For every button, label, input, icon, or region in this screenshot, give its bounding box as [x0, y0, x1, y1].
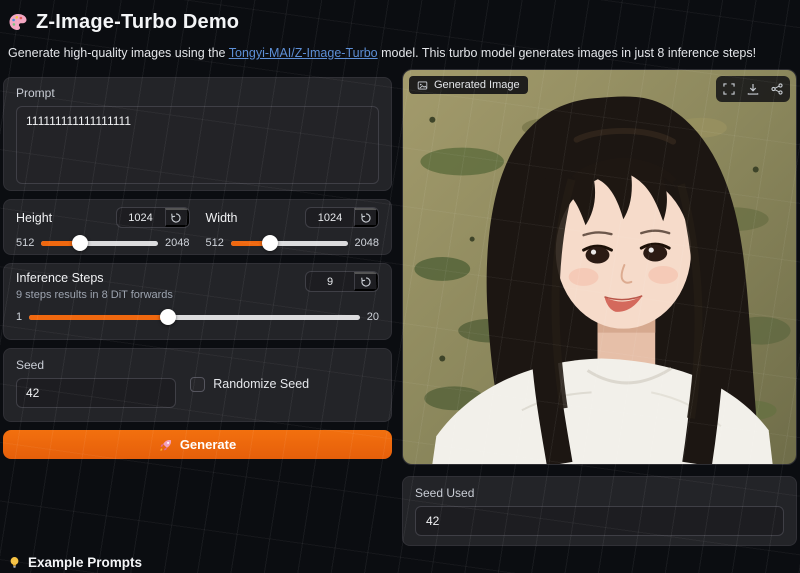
- share-button[interactable]: [766, 78, 788, 100]
- reset-icon: [170, 212, 182, 224]
- generate-button-label: Generate: [180, 437, 236, 452]
- page-title: Z-Image-Turbo Demo: [36, 11, 239, 34]
- width-slider-block: Width 512: [206, 207, 380, 246]
- generated-image-badge-label: Generated Image: [434, 79, 520, 91]
- width-number-box: [305, 207, 379, 228]
- fullscreen-icon: [722, 82, 736, 96]
- height-reset-button[interactable]: [165, 208, 189, 227]
- randomize-seed-checkbox[interactable]: [190, 377, 205, 392]
- image-toolbar: [716, 76, 790, 102]
- steps-max-label: 20: [367, 311, 379, 323]
- steps-slider-fill: [29, 315, 168, 320]
- width-label: Width: [206, 211, 238, 225]
- height-slider-handle[interactable]: [72, 235, 88, 251]
- palette-icon: [8, 12, 28, 32]
- height-label: Height: [16, 211, 52, 225]
- image-icon: [417, 80, 428, 91]
- app-header: Z-Image-Turbo Demo Generate high-quality…: [0, 0, 800, 60]
- steps-reset-button[interactable]: [354, 272, 378, 291]
- generated-image-badge: Generated Image: [409, 76, 528, 94]
- prompt-input[interactable]: 111111111111111111: [16, 106, 379, 184]
- seed-used-panel: Seed Used: [402, 476, 797, 546]
- page-description: Generate high-quality images using the T…: [8, 46, 792, 60]
- download-button[interactable]: [742, 78, 764, 100]
- seed-used-input[interactable]: [415, 506, 784, 536]
- height-min-label: 512: [16, 237, 34, 249]
- steps-label: Inference Steps: [16, 271, 173, 285]
- height-max-label: 2048: [165, 237, 189, 249]
- model-link[interactable]: Tongyi-MAI/Z-Image-Turbo: [229, 46, 378, 60]
- fullscreen-button[interactable]: [718, 78, 740, 100]
- width-reset-button[interactable]: [354, 208, 378, 227]
- seed-input[interactable]: [16, 378, 176, 408]
- download-icon: [746, 82, 760, 96]
- prompt-label: Prompt: [16, 86, 379, 100]
- seed-used-label: Seed Used: [415, 486, 784, 500]
- description-text-before: Generate high-quality images using the: [8, 46, 229, 60]
- randomize-seed-label[interactable]: Randomize Seed: [213, 377, 309, 391]
- steps-number-box: [305, 271, 379, 292]
- output-column: Generated Image: [402, 69, 797, 546]
- rocket-icon: [159, 438, 173, 452]
- width-slider-handle[interactable]: [262, 235, 278, 251]
- steps-value-input[interactable]: [306, 272, 354, 291]
- seed-label: Seed: [16, 358, 190, 372]
- seed-panel: Seed Randomize Seed: [3, 348, 392, 422]
- bulb-icon: [8, 556, 21, 570]
- controls-column: Prompt 111111111111111111 Height: [3, 69, 392, 546]
- width-min-label: 512: [206, 237, 224, 249]
- steps-info-text: 9 steps results in 8 DiT forwards: [16, 289, 173, 301]
- app-page: Z-Image-Turbo Demo Generate high-quality…: [0, 0, 800, 573]
- reset-icon: [360, 212, 372, 224]
- steps-slider-track[interactable]: [29, 315, 360, 320]
- height-slider-block: Height 512: [16, 207, 190, 246]
- steps-min-label: 1: [16, 311, 22, 323]
- example-prompts-header[interactable]: Example Prompts: [8, 555, 142, 570]
- share-icon: [770, 82, 784, 96]
- steps-slider-handle[interactable]: [160, 309, 176, 325]
- width-value-input[interactable]: [306, 208, 354, 227]
- main-layout: Prompt 111111111111111111 Height: [0, 69, 800, 546]
- dimensions-panel: Height 512: [3, 199, 392, 255]
- width-slider-track[interactable]: [231, 241, 348, 246]
- width-max-label: 2048: [355, 237, 379, 249]
- generated-image-panel: Generated Image: [402, 69, 797, 465]
- height-number-box: [116, 207, 190, 228]
- generated-image[interactable]: [403, 70, 796, 464]
- inference-steps-panel: Inference Steps 9 steps results in 8 DiT…: [3, 263, 392, 340]
- reset-icon: [360, 276, 372, 288]
- example-prompts-label: Example Prompts: [28, 555, 142, 570]
- prompt-panel: Prompt 111111111111111111: [3, 77, 392, 191]
- description-text-after: model. This turbo model generates images…: [378, 46, 756, 60]
- height-value-input[interactable]: [117, 208, 165, 227]
- generate-button[interactable]: Generate: [3, 430, 392, 459]
- height-slider-track[interactable]: [41, 241, 158, 246]
